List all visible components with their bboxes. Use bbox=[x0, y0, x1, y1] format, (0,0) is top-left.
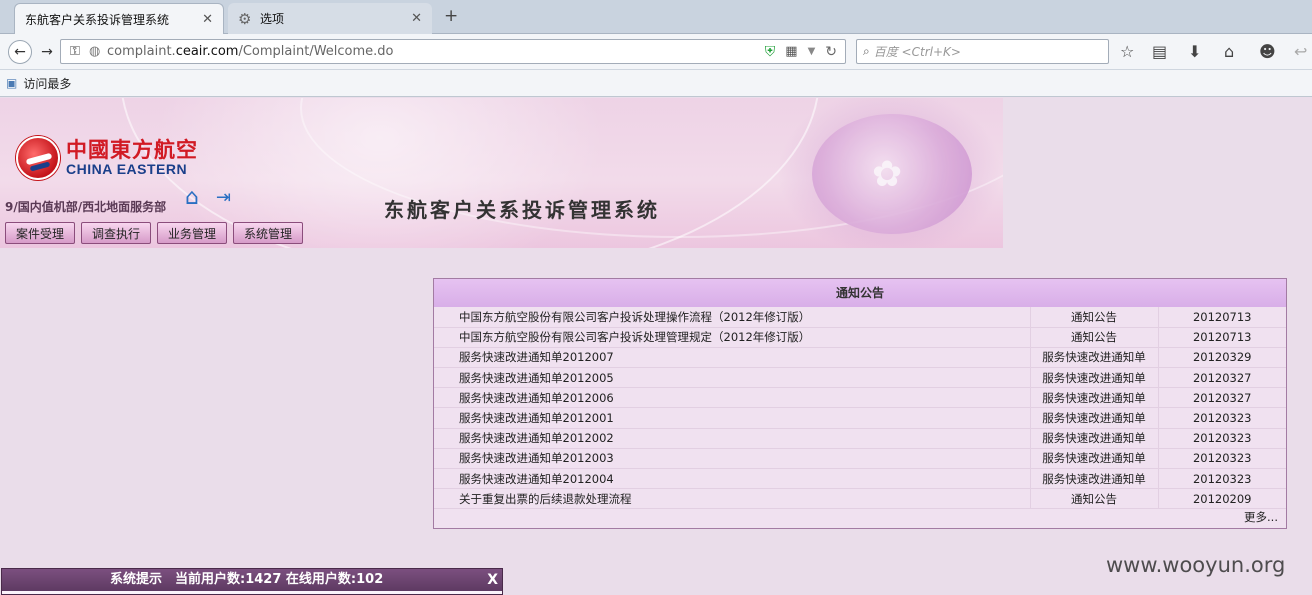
bookmark-most-visited[interactable]: 访问最多 bbox=[23, 75, 71, 92]
shield-icon[interactable]: ⛨ bbox=[765, 44, 776, 60]
notice-type: 服务快速改进通知单 bbox=[1030, 407, 1159, 429]
table-row[interactable]: 中国东方航空股份有限公司客户投诉处理管理规定（2012年修订版） 通知公告 2012… bbox=[434, 327, 1286, 348]
logo-chinese-text: 中國東方航空 bbox=[66, 137, 198, 162]
decorative-emblem: ✿ bbox=[812, 114, 972, 234]
page-banner: ✿ 中國東方航空 CHINA EASTERN 9/国内值机部/西北地面服务部 ⌂… bbox=[0, 98, 1003, 248]
notice-title-link[interactable]: 服务快速改进通知单2012006 bbox=[434, 387, 1031, 409]
notice-date: 20120323 bbox=[1158, 428, 1286, 449]
gear-icon: ⚙ bbox=[238, 9, 252, 28]
watermark: www.wooyun.org bbox=[1106, 553, 1286, 577]
notice-title: 通知公告 bbox=[434, 279, 1286, 307]
address-bar[interactable]: ⚿ ◍ complaint.ceair.com/Complaint/Welcom… bbox=[60, 39, 846, 64]
notice-date: 20120327 bbox=[1158, 387, 1286, 409]
table-row[interactable]: 服务快速改进通知单2012007 服务快速改进通知单 20120329 bbox=[434, 347, 1286, 369]
notice-title-link[interactable]: 服务快速改进通知单2012002 bbox=[434, 428, 1031, 449]
notice-type: 服务快速改进通知单 bbox=[1030, 468, 1159, 490]
bookmarks-bar: ▣ 访问最多 bbox=[0, 70, 1312, 97]
notice-date: 20120327 bbox=[1158, 367, 1286, 389]
notice-date: 20120209 bbox=[1158, 488, 1286, 510]
menu-investigation[interactable]: 调查执行 bbox=[81, 222, 152, 244]
user-count-text: 系统提示 当前用户数:1427 在线用户数:102 bbox=[110, 572, 384, 587]
notice-title-link[interactable]: 中国东方航空股份有限公司客户投诉处理操作流程（2012年修订版） bbox=[434, 307, 1031, 328]
bookmark-star-icon[interactable]: ☆ bbox=[1120, 42, 1134, 61]
close-icon[interactable]: ✕ bbox=[202, 12, 213, 27]
menu-system-management[interactable]: 系统管理 bbox=[233, 222, 304, 244]
china-eastern-logo: 中國東方航空 CHINA EASTERN bbox=[16, 136, 198, 180]
more-link[interactable]: 更多... bbox=[1244, 509, 1278, 525]
notice-type: 通知公告 bbox=[1030, 307, 1159, 328]
table-row[interactable]: 服务快速改进通知单2012005 服务快速改进通知单 20120327 bbox=[434, 367, 1286, 389]
notice-type: 服务快速改进通知单 bbox=[1030, 387, 1159, 409]
new-tab-icon[interactable]: + bbox=[444, 6, 458, 26]
notice-title-link[interactable]: 中国东方航空股份有限公司客户投诉处理管理规定（2012年修订版） bbox=[434, 327, 1031, 348]
notice-type: 服务快速改进通知单 bbox=[1030, 428, 1159, 449]
table-row[interactable]: 服务快速改进通知单2012004 服务快速改进通知单 20120323 bbox=[434, 468, 1286, 490]
tab-label: 东航客户关系投诉管理系统 bbox=[25, 12, 170, 27]
key-icon[interactable]: ⚿ bbox=[61, 44, 89, 59]
notice-date: 20120323 bbox=[1158, 468, 1286, 490]
logout-icon[interactable]: ⇥ bbox=[216, 187, 238, 209]
notice-type: 通知公告 bbox=[1030, 488, 1159, 510]
notice-type: 通知公告 bbox=[1030, 327, 1159, 348]
home-icon[interactable]: ⌂ bbox=[1224, 42, 1234, 61]
tab-complaint-system[interactable]: 东航客户关系投诉管理系统 ✕ bbox=[14, 3, 224, 34]
department-label: 9/国内值机部/西北地面服务部 bbox=[5, 200, 167, 214]
notice-date: 20120323 bbox=[1158, 448, 1286, 470]
tab-label: 选项 bbox=[260, 12, 285, 26]
main-menu: 案件受理 调查执行 业务管理 系统管理 bbox=[5, 222, 304, 244]
globe-icon: ◍ bbox=[89, 44, 101, 59]
menu-case-acceptance[interactable]: 案件受理 bbox=[5, 222, 76, 244]
close-icon[interactable]: ✕ bbox=[411, 11, 422, 26]
search-input[interactable]: ⌕ 百度 <Ctrl+K> bbox=[856, 39, 1109, 64]
flower-icon: ✿ bbox=[872, 154, 903, 195]
system-tip-header: 系统提示 当前用户数:1427 在线用户数:102 X bbox=[2, 569, 502, 591]
notice-title-link[interactable]: 服务快速改进通知单2012004 bbox=[434, 468, 1031, 490]
logo-english-text: CHINA EASTERN bbox=[66, 161, 188, 177]
browser-tab-bar: 东航客户关系投诉管理系统 ✕ ⚙ 选项 ✕ + bbox=[0, 0, 1312, 34]
logo-mark-icon bbox=[16, 136, 60, 180]
home-icon[interactable]: ⌂ bbox=[185, 186, 209, 210]
url-text: complaint.ceair.com/Complaint/Welcome.do bbox=[107, 44, 394, 59]
notice-title-link[interactable]: 服务快速改进通知单2012005 bbox=[434, 367, 1031, 389]
back-icon[interactable]: ← bbox=[8, 40, 32, 64]
chat-icon[interactable]: ☻ bbox=[1259, 42, 1276, 61]
search-icon: ⌕ bbox=[863, 44, 870, 58]
browser-nav-bar: ← → ⚿ ◍ complaint.ceair.com/Complaint/We… bbox=[0, 34, 1312, 70]
tab-options[interactable]: ⚙ 选项 ✕ bbox=[228, 3, 432, 34]
notice-date: 20120713 bbox=[1158, 307, 1286, 328]
chevron-down-icon[interactable]: ▼ bbox=[808, 46, 816, 57]
notice-date: 20120323 bbox=[1158, 407, 1286, 429]
notice-date: 20120713 bbox=[1158, 327, 1286, 348]
table-row[interactable]: 服务快速改进通知单2012001 服务快速改进通知单 20120323 bbox=[434, 407, 1286, 429]
notice-type: 服务快速改进通知单 bbox=[1030, 347, 1159, 369]
download-icon[interactable]: ⬇ bbox=[1188, 42, 1201, 61]
qr-code-icon[interactable]: ▦ bbox=[785, 44, 797, 59]
notice-title-link[interactable]: 服务快速改进通知单2012001 bbox=[434, 407, 1031, 429]
bookmark-folder-icon: ▣ bbox=[6, 76, 18, 90]
menu-business-management[interactable]: 业务管理 bbox=[157, 222, 228, 244]
reload-icon[interactable]: ↻ bbox=[825, 44, 837, 60]
table-row[interactable]: 服务快速改进通知单2012006 服务快速改进通知单 20120327 bbox=[434, 387, 1286, 409]
notice-title-link[interactable]: 关于重复出票的后续退款处理流程 bbox=[434, 488, 1031, 510]
reading-list-icon[interactable]: ▤ bbox=[1152, 42, 1167, 61]
notice-type: 服务快速改进通知单 bbox=[1030, 367, 1159, 389]
table-row[interactable]: 服务快速改进通知单2012002 服务快速改进通知单 20120323 bbox=[434, 428, 1286, 449]
notice-panel: 通知公告 中国东方航空股份有限公司客户投诉处理操作流程（2012年修订版） 通知公… bbox=[433, 278, 1287, 529]
table-row[interactable]: 关于重复出票的后续退款处理流程 通知公告 20120209 bbox=[434, 488, 1286, 510]
notice-date: 20120329 bbox=[1158, 347, 1286, 369]
forward-icon[interactable]: → bbox=[35, 40, 59, 64]
notice-title-link[interactable]: 服务快速改进通知单2012003 bbox=[434, 448, 1031, 470]
page-title: 东航客户关系投诉管理系统 bbox=[384, 198, 660, 222]
close-icon[interactable]: X bbox=[487, 569, 498, 591]
share-icon[interactable]: ↩ bbox=[1294, 42, 1307, 61]
system-tip-window: 系统提示 当前用户数:1427 在线用户数:102 X bbox=[1, 568, 503, 595]
notice-table: 中国东方航空股份有限公司客户投诉处理操作流程（2012年修订版） 通知公告 2012… bbox=[434, 307, 1286, 510]
table-row[interactable]: 中国东方航空股份有限公司客户投诉处理操作流程（2012年修订版） 通知公告 2012… bbox=[434, 307, 1286, 328]
notice-type: 服务快速改进通知单 bbox=[1030, 448, 1159, 470]
table-row[interactable]: 服务快速改进通知单2012003 服务快速改进通知单 20120323 bbox=[434, 448, 1286, 470]
notice-title-link[interactable]: 服务快速改进通知单2012007 bbox=[434, 347, 1031, 369]
